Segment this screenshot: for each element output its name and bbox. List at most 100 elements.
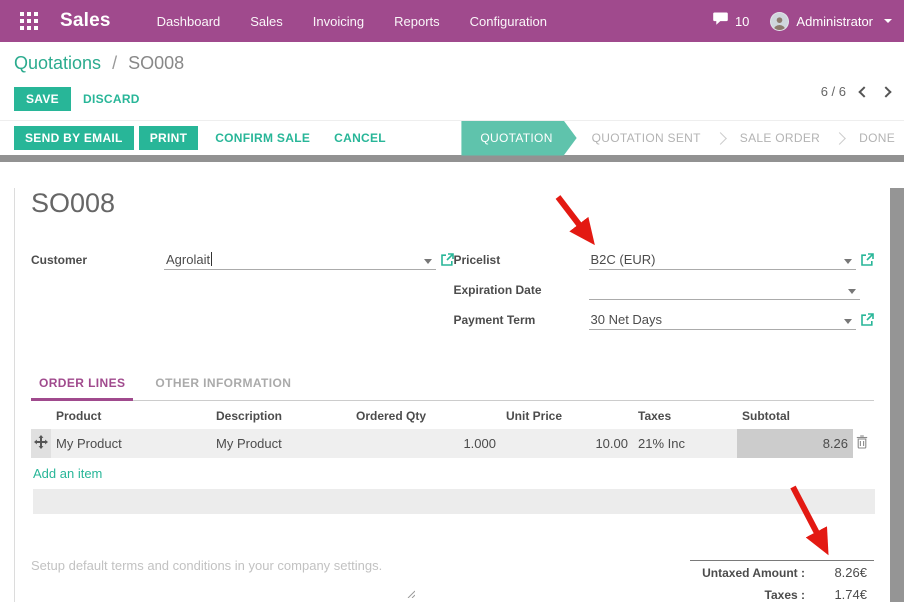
cell-product[interactable]: My Product: [51, 429, 211, 458]
column-header-unit-price[interactable]: Unit Price: [501, 401, 633, 429]
totals-panel: Untaxed Amount : 8.26€ Taxes : 1.74€ Tot…: [690, 560, 874, 602]
text-cursor: [211, 252, 212, 266]
payment-term-label: Payment Term: [454, 313, 589, 330]
form-statusbar: SEND BY EMAIL PRINT CONFIRM SALE CANCEL …: [0, 120, 904, 155]
messages-button[interactable]: 10: [713, 12, 749, 30]
status-step-quotation[interactable]: QUOTATION: [461, 121, 576, 156]
cell-taxes[interactable]: 21% Inc: [633, 429, 737, 458]
main-menu: Dashboard Sales Invoicing Reports Config…: [155, 10, 549, 33]
menu-item-reports[interactable]: Reports: [392, 10, 442, 33]
chevron-separator-icon: [833, 132, 846, 145]
discard-button[interactable]: DISCARD: [71, 87, 152, 111]
breadcrumb-separator: /: [112, 53, 117, 73]
resize-handle-icon[interactable]: [406, 585, 415, 602]
cell-ordered-qty[interactable]: 1.000: [351, 429, 501, 458]
column-header-product[interactable]: Product: [51, 401, 211, 429]
menu-item-dashboard[interactable]: Dashboard: [155, 10, 223, 33]
column-header-subtotal[interactable]: Subtotal: [737, 401, 853, 429]
scrollbar[interactable]: [890, 188, 904, 602]
trash-icon[interactable]: [853, 429, 875, 458]
print-button[interactable]: PRINT: [139, 126, 199, 150]
taxes-row: Taxes : 1.74€: [690, 583, 874, 602]
page-title: SO008: [31, 188, 874, 219]
menu-item-sales[interactable]: Sales: [248, 10, 285, 33]
form-sheet: SO008 Customer Agrolait: [14, 188, 890, 602]
chevron-left-icon[interactable]: [858, 86, 869, 97]
content-area: SO008 Customer Agrolait: [0, 188, 904, 602]
pricelist-value: B2C (EUR): [591, 252, 656, 267]
caret-down-icon[interactable]: [844, 319, 852, 324]
caret-down-icon[interactable]: [424, 259, 432, 264]
pricelist-label: Pricelist: [454, 253, 589, 270]
top-navbar: Sales Dashboard Sales Invoicing Reports …: [0, 0, 904, 42]
untaxed-amount-row: Untaxed Amount : 8.26€: [690, 560, 874, 583]
handle-column-header: [31, 401, 51, 429]
chevron-right-icon[interactable]: [880, 86, 891, 97]
terms-underline: [31, 594, 413, 602]
messages-count: 10: [735, 14, 749, 29]
taxes-label: Taxes :: [765, 588, 805, 602]
caret-down-icon[interactable]: [848, 289, 856, 294]
menu-item-invoicing[interactable]: Invoicing: [311, 10, 366, 33]
add-an-item-link[interactable]: Add an item: [31, 458, 171, 481]
tab-order-lines[interactable]: ORDER LINES: [31, 370, 133, 401]
payment-term-value: 30 Net Days: [591, 312, 663, 327]
table-row[interactable]: My Product My Product 1.000 10.00 21% In…: [31, 429, 875, 458]
status-step-sale-order[interactable]: SALE ORDER: [727, 121, 833, 156]
external-link-icon[interactable]: [440, 253, 454, 267]
cell-description[interactable]: My Product: [211, 429, 351, 458]
payment-term-input[interactable]: 30 Net Days: [589, 311, 857, 330]
order-lines-table: Product Description Ordered Qty Unit Pri…: [31, 401, 875, 458]
cancel-button[interactable]: CANCEL: [322, 126, 398, 150]
caret-down-icon[interactable]: [844, 259, 852, 264]
field-pricelist: Pricelist B2C (EUR): [454, 249, 875, 270]
taxes-value: 1.74€: [805, 587, 867, 602]
external-link-icon[interactable]: [860, 253, 874, 267]
status-step-quotation-sent[interactable]: QUOTATION SENT: [579, 121, 714, 156]
cell-unit-price[interactable]: 10.00: [501, 429, 633, 458]
status-step-done[interactable]: DONE: [846, 121, 904, 156]
table-header-row: Product Description Ordered Qty Unit Pri…: [31, 401, 875, 429]
send-by-email-button[interactable]: SEND BY EMAIL: [14, 126, 134, 150]
terms-and-conditions: Setup default terms and conditions in yo…: [31, 558, 413, 602]
field-customer: Customer Agrolait: [31, 249, 454, 270]
field-expiration-date: Expiration Date: [454, 279, 875, 300]
customer-value: Agrolait: [166, 252, 210, 267]
column-header-taxes[interactable]: Taxes: [633, 401, 737, 429]
pager-value: 6 / 6: [821, 84, 846, 99]
chevron-down-icon: [884, 19, 892, 23]
expiration-date-label: Expiration Date: [454, 283, 589, 300]
customer-label: Customer: [31, 253, 164, 270]
row-drag-handle-icon[interactable]: [31, 429, 51, 458]
terms-textarea[interactable]: Setup default terms and conditions in yo…: [31, 558, 413, 573]
breadcrumb-quotations-link[interactable]: Quotations: [14, 53, 101, 73]
confirm-sale-button[interactable]: CONFIRM SALE: [203, 126, 322, 150]
status-steps: QUOTATION QUOTATION SENT SALE ORDER DONE: [461, 121, 904, 156]
empty-list-strip: [33, 489, 875, 514]
control-panel: Quotations / SO008 6 / 6 SAVE DISCARD: [0, 42, 904, 120]
untaxed-amount-label: Untaxed Amount :: [702, 566, 805, 580]
app-brand[interactable]: Sales: [60, 10, 111, 32]
pricelist-input[interactable]: B2C (EUR): [589, 251, 857, 270]
menu-item-configuration[interactable]: Configuration: [468, 10, 549, 33]
user-menu[interactable]: Administrator: [796, 14, 873, 29]
divider: [0, 155, 904, 162]
breadcrumb-current: SO008: [128, 53, 184, 73]
customer-input[interactable]: Agrolait: [164, 251, 436, 270]
breadcrumb: Quotations / SO008: [14, 53, 890, 74]
tab-other-information[interactable]: OTHER INFORMATION: [147, 370, 299, 400]
expiration-date-input[interactable]: [589, 281, 861, 300]
apps-grid-icon[interactable]: [20, 11, 40, 31]
external-link-icon[interactable]: [860, 313, 874, 327]
chat-bubble-icon: [713, 12, 730, 30]
column-header-ordered-qty[interactable]: Ordered Qty: [351, 401, 501, 429]
untaxed-amount-value: 8.26€: [805, 565, 867, 580]
avatar[interactable]: [770, 12, 789, 31]
cell-subtotal[interactable]: 8.26: [737, 429, 853, 458]
field-payment-term: Payment Term 30 Net Days: [454, 309, 875, 330]
chevron-separator-icon: [714, 132, 727, 145]
save-button[interactable]: SAVE: [14, 87, 71, 111]
trash-column-header: [853, 401, 875, 429]
record-pager: 6 / 6: [821, 84, 890, 99]
column-header-description[interactable]: Description: [211, 401, 351, 429]
